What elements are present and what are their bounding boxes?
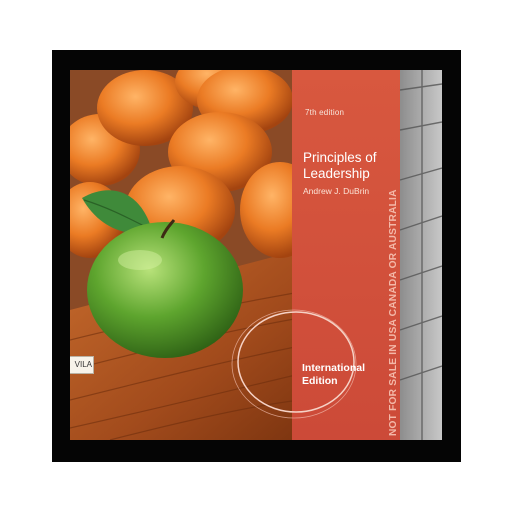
badge-line-2: Edition [302,374,338,387]
title-line-2: Leadership [303,166,370,181]
green-apple [87,222,243,358]
author-name: Andrew J. DuBrin [303,186,370,196]
library-sticker: VILA [70,356,94,374]
edition-label: 7th edition [305,108,345,117]
cover-artwork [70,70,442,440]
title-line-1: Principles of [303,150,377,165]
book-cover: 7th edition Principles of Leadership And… [70,70,442,440]
badge-line-1: International [302,362,366,374]
rights-notice: NOT FOR SALE IN USA CANADA OR AUSTRALIA [388,189,399,436]
book-title: Principles of Leadership [303,150,413,182]
international-edition-badge: International Edition [302,362,382,387]
